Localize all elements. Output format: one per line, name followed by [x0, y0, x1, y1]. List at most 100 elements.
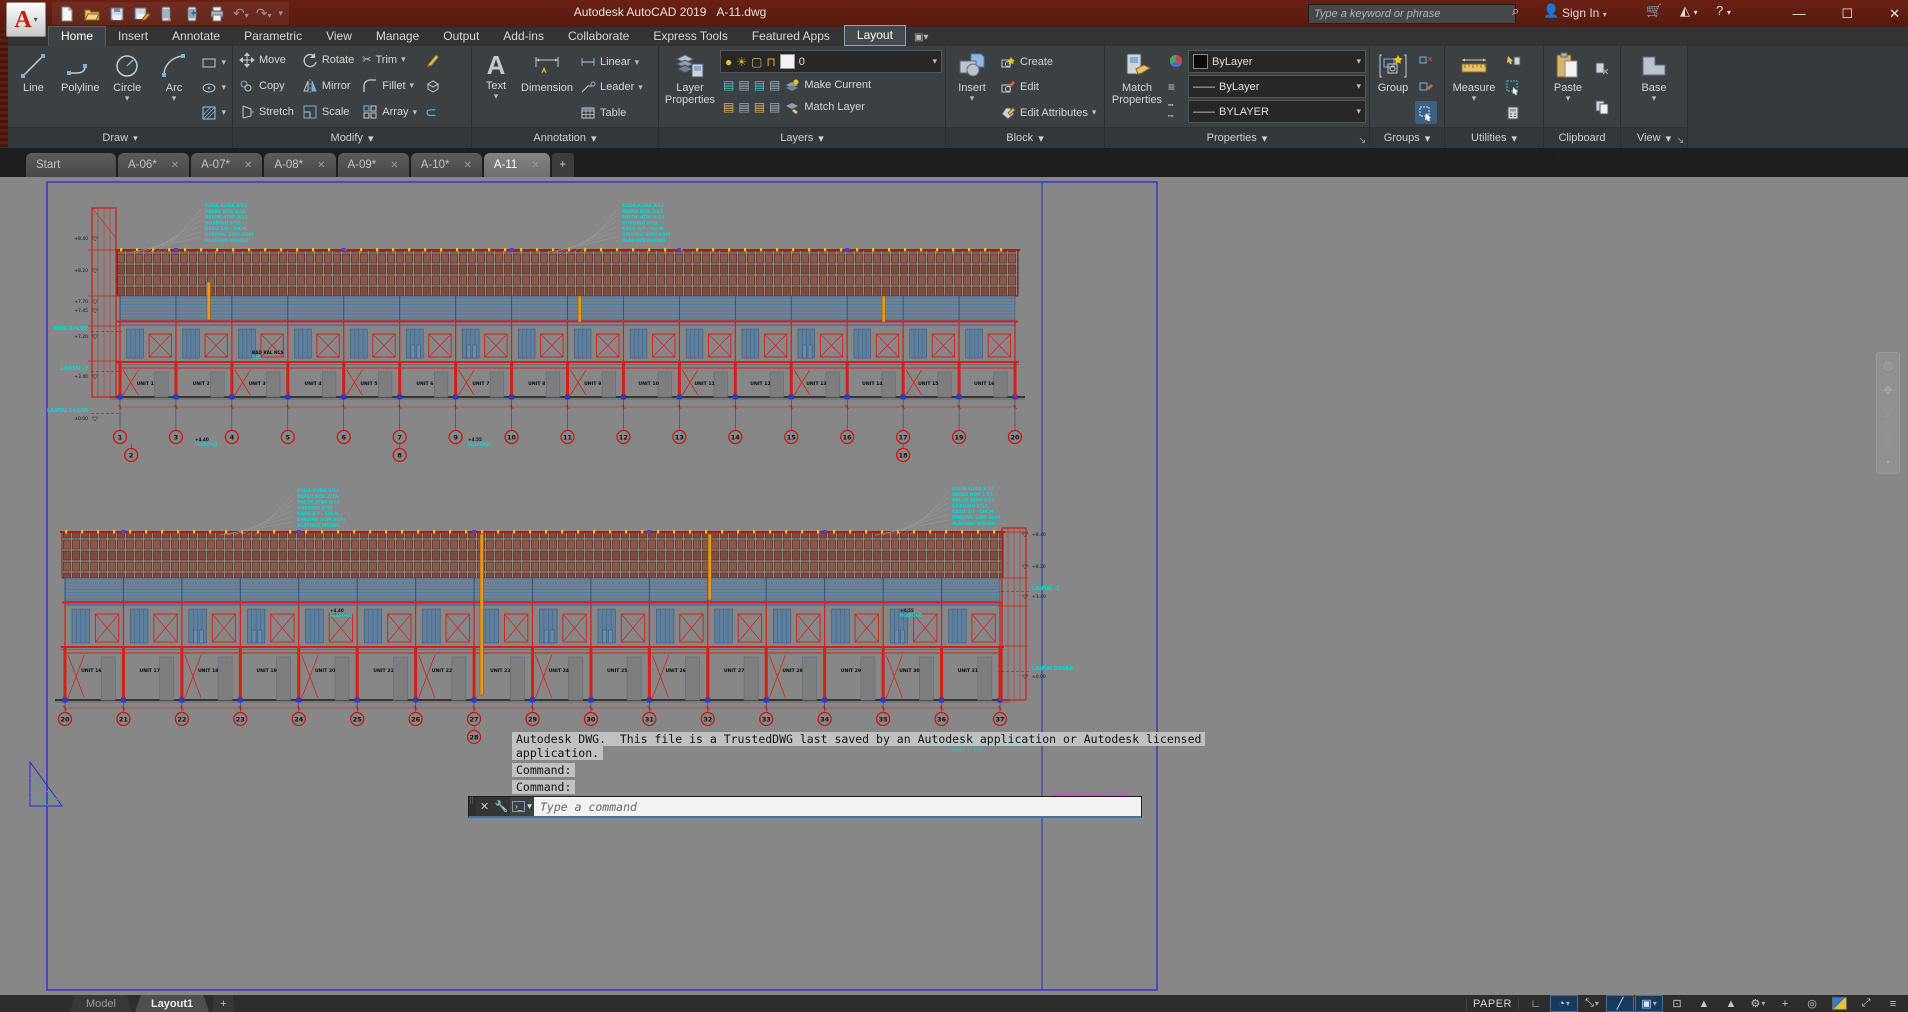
match-properties-button[interactable]: Match Properties: [1108, 48, 1166, 127]
panel-footer-properties[interactable]: Properties▾↘: [1105, 127, 1369, 148]
hatch-button[interactable]: ▾: [198, 101, 229, 124]
save-to-mobile-icon[interactable]: [158, 5, 176, 23]
workspace-gear-button[interactable]: ⚙▾: [1745, 996, 1771, 1011]
layer-properties-button[interactable]: Layer Properties: [662, 48, 718, 127]
tab-options-icon[interactable]: ▣▾: [906, 32, 936, 46]
file-tab-a-07[interactable]: A-07*✕: [191, 153, 262, 177]
help-search-input[interactable]: Type a keyword or phrase: [1308, 4, 1516, 24]
osnap-settings-button[interactable]: ▣▾: [1635, 995, 1663, 1012]
file-tab-close-icon[interactable]: ✕: [390, 160, 398, 171]
panel-footer-groups[interactable]: Groups▾: [1370, 127, 1444, 148]
lineweight-select[interactable]: ——ByLayer▾: [1188, 75, 1366, 98]
ribbon-tab-view[interactable]: View: [314, 27, 364, 46]
panel-footer-clipboard[interactable]: Clipboard: [1544, 127, 1620, 148]
group-selection-icon[interactable]: [1415, 101, 1437, 124]
panel-footer-utilities[interactable]: Utilities▾: [1445, 127, 1543, 148]
steering-wheel-icon[interactable]: ◎: [1883, 359, 1893, 372]
lineweight-icon[interactable]: ≡: [1168, 82, 1184, 92]
file-tab-start[interactable]: Start: [26, 153, 116, 177]
object-snap-button[interactable]: ╱: [1606, 995, 1634, 1012]
select-similar-icon[interactable]: [1502, 76, 1524, 99]
dialog-launcher-icon[interactable]: ↘: [1676, 135, 1684, 146]
drawing-minimize-icon[interactable]: —: [1516, 153, 1527, 166]
clean-screen-button[interactable]: ⤢: [1853, 996, 1879, 1011]
open-from-mobile-icon[interactable]: [183, 5, 201, 23]
object-color-select[interactable]: ByLayer▾: [1188, 50, 1366, 73]
make-current-button[interactable]: ▤▤▤▤ Make Current: [720, 75, 942, 95]
navbar-menu-icon[interactable]: ▾: [1886, 458, 1890, 467]
annotation-visibility-button[interactable]: ▲: [1691, 996, 1717, 1011]
search-binoculars-icon[interactable]: ⌕: [1512, 3, 1519, 19]
file-tab-a-08[interactable]: A-08*✕: [264, 153, 335, 177]
ribbon-tab-express-tools[interactable]: Express Tools: [641, 27, 739, 46]
dialog-launcher-icon[interactable]: ↘: [1358, 135, 1366, 146]
rotate-button[interactable]: Rotate: [299, 48, 357, 71]
ribbon-tab-collaborate[interactable]: Collaborate: [556, 27, 641, 46]
copy-clip-icon[interactable]: [1591, 95, 1613, 118]
orbit-icon[interactable]: ◌: [1885, 434, 1892, 446]
crosshair-button[interactable]: +: [1772, 996, 1798, 1011]
drawing-close-icon[interactable]: ✕: [1555, 153, 1564, 166]
line-button[interactable]: Line: [11, 48, 56, 127]
plot-icon[interactable]: [208, 5, 226, 23]
stretch-button[interactable]: Stretch: [236, 101, 297, 124]
copy-button[interactable]: Copy: [236, 74, 297, 97]
application-menu-button[interactable]: A▾: [6, 2, 46, 37]
redo-icon[interactable]: ↷▾: [256, 5, 272, 22]
ribbon-tab-annotate[interactable]: Annotate: [160, 27, 232, 46]
paper-space-toggle[interactable]: PAPER: [1466, 998, 1519, 1010]
layout1-tab[interactable]: Layout1: [135, 995, 209, 1012]
new-layout-tab[interactable]: +: [212, 995, 234, 1012]
cut-icon[interactable]: [1591, 57, 1613, 80]
polar-tracking-button[interactable]: ◔▾: [1550, 995, 1578, 1012]
file-tab-a-09[interactable]: A-09*✕: [338, 153, 409, 177]
mirror-button[interactable]: Mirror: [299, 74, 357, 97]
maximize-button[interactable]: ☐: [1841, 6, 1853, 22]
command-bar-grip[interactable]: ⣿: [469, 797, 476, 816]
dimension-button[interactable]: Dimension: [519, 48, 575, 127]
customization-menu-button[interactable]: ≡: [1880, 996, 1906, 1011]
polyline-button[interactable]: Polyline: [58, 48, 103, 127]
open-icon[interactable]: [83, 5, 101, 23]
help-icon[interactable]: ? ▾: [1716, 3, 1731, 18]
annotation-autoscale-button[interactable]: ▲: [1718, 996, 1744, 1011]
sign-in-button[interactable]: Sign In ▾: [1562, 6, 1607, 20]
a360-icon[interactable]: ◭ ▾: [1680, 3, 1698, 19]
scale-button[interactable]: Scale: [299, 101, 357, 124]
create-block-button[interactable]: Create: [997, 51, 1099, 74]
command-input[interactable]: Type a command: [534, 797, 1141, 816]
isolate-objects-button[interactable]: ◎: [1799, 996, 1825, 1011]
file-tab-close-icon[interactable]: ✕: [531, 160, 539, 171]
offset-button[interactable]: ⊂: [422, 101, 444, 124]
base-button[interactable]: Base▾: [1632, 48, 1676, 127]
qnew-icon[interactable]: [58, 5, 76, 23]
panel-footer-modify[interactable]: Modify▾: [233, 127, 471, 148]
panel-footer-annotation[interactable]: Annotation▾: [472, 127, 658, 148]
undo-icon[interactable]: ↶▾: [233, 5, 249, 22]
ungroup-icon[interactable]: [1415, 51, 1437, 74]
ribbon-tab-home[interactable]: Home: [48, 26, 106, 46]
file-tab-close-icon[interactable]: ✕: [317, 160, 325, 171]
group-button[interactable]: Group: [1373, 48, 1413, 127]
color-wheel-icon[interactable]: [1168, 53, 1184, 74]
save-as-icon[interactable]: [133, 5, 151, 23]
insert-button[interactable]: Insert▾: [949, 48, 995, 127]
command-bar[interactable]: ⣿ ✕ 🔧 ›_▾ Type a command: [468, 796, 1142, 818]
paste-button[interactable]: Paste▾: [1547, 48, 1589, 127]
leader-button[interactable]: Leader▾: [577, 76, 646, 99]
file-tab-close-icon[interactable]: ✕: [463, 160, 471, 171]
ribbon-tab-manage[interactable]: Manage: [364, 27, 431, 46]
file-tab-close-icon[interactable]: ✕: [244, 160, 252, 171]
panel-footer-block[interactable]: Block▾: [946, 127, 1104, 148]
drawing-canvas[interactable]: UNIT 1UNIT 2UNIT 3UNIT 4UNIT 5UNIT 6UNIT…: [0, 177, 1908, 995]
table-button[interactable]: Table: [577, 101, 646, 124]
trim-button[interactable]: ✂Trim▾: [359, 48, 420, 71]
edit-block-button[interactable]: Edit: [997, 76, 1099, 99]
measure-button[interactable]: Measure▾: [1448, 48, 1500, 127]
command-close-icon[interactable]: ✕: [476, 797, 493, 816]
linetype-icon[interactable]: ┅┉: [1168, 100, 1184, 122]
text-button[interactable]: A Text▾: [475, 48, 517, 127]
zoom-extents-icon[interactable]: ⌕: [1885, 409, 1891, 422]
arc-button[interactable]: Arc▾: [152, 48, 197, 127]
linetype-select[interactable]: ——BYLAYER▾: [1188, 100, 1366, 123]
